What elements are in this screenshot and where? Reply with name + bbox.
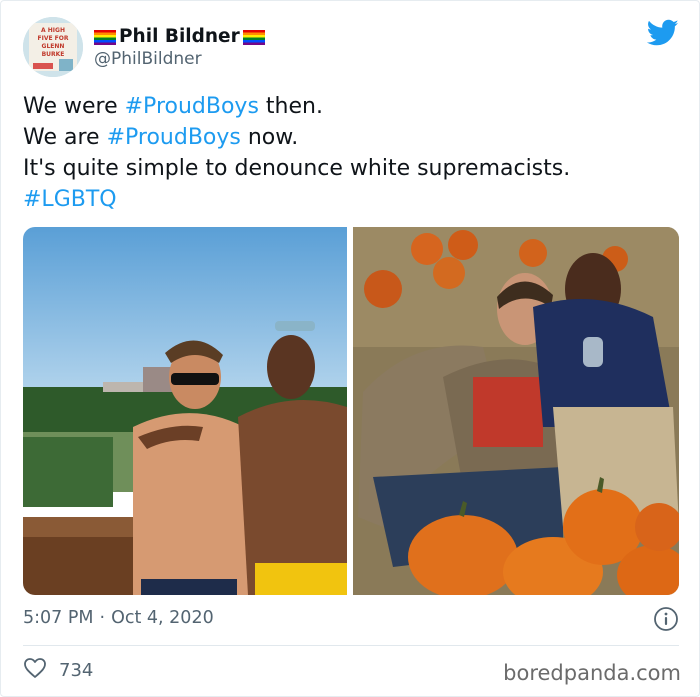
hashtag-link[interactable]: #LGBTQ — [23, 187, 117, 212]
author-name: Phil Bildner — [119, 25, 240, 47]
tweet-line-3: It's quite simple to denounce white supr… — [23, 156, 571, 181]
tweet-card: A HIGH FIVE FOR GLENN BURKE Phil Bildner — [0, 0, 700, 697]
tweet-text: We were #ProudBoys then. We are #ProudBo… — [23, 91, 683, 215]
tweet-date: Oct 4, 2020 — [111, 608, 214, 628]
text-segment: now. — [240, 125, 299, 150]
photo-left[interactable] — [23, 227, 347, 595]
twitter-bird-icon[interactable] — [646, 19, 679, 47]
avatar[interactable]: A HIGH FIVE FOR GLENN BURKE — [23, 17, 83, 77]
text-segment: We are — [23, 125, 107, 150]
info-icon[interactable] — [653, 606, 679, 632]
svg-text:BURKE: BURKE — [42, 51, 65, 58]
like-button[interactable]: 734 — [23, 656, 93, 684]
display-name[interactable]: Phil Bildner — [94, 23, 265, 49]
tweet-line-4: #LGBTQ — [23, 184, 683, 215]
tweet-time: 5:07 PM — [23, 608, 94, 628]
tweet-timestamp[interactable]: 5:07 PM · Oct 4, 2020 — [23, 605, 214, 631]
photo-right[interactable] — [353, 227, 679, 595]
tweet-line-2: We are #ProudBoys now. — [23, 122, 683, 153]
watermark: boredpanda.com — [503, 661, 681, 685]
heart-icon — [23, 657, 47, 684]
svg-text:FIVE FOR: FIVE FOR — [38, 35, 69, 42]
tweet-line-1: We were #ProudBoys then. — [23, 91, 683, 122]
like-count: 734 — [59, 659, 94, 681]
svg-text:A HIGH: A HIGH — [41, 27, 65, 34]
rainbow-flag-icon — [94, 29, 116, 45]
divider — [23, 645, 679, 646]
author-handle[interactable]: @PhilBildner — [94, 49, 202, 69]
timestamp-separator: · — [99, 608, 106, 628]
text-segment: then. — [258, 94, 323, 119]
hashtag-link[interactable]: #ProudBoys — [107, 125, 241, 150]
text-segment: We were — [23, 94, 125, 119]
tweet-media — [23, 227, 679, 595]
rainbow-flag-icon — [242, 29, 265, 45]
hashtag-link[interactable]: #ProudBoys — [125, 94, 259, 119]
svg-text:GLENN: GLENN — [42, 43, 65, 50]
